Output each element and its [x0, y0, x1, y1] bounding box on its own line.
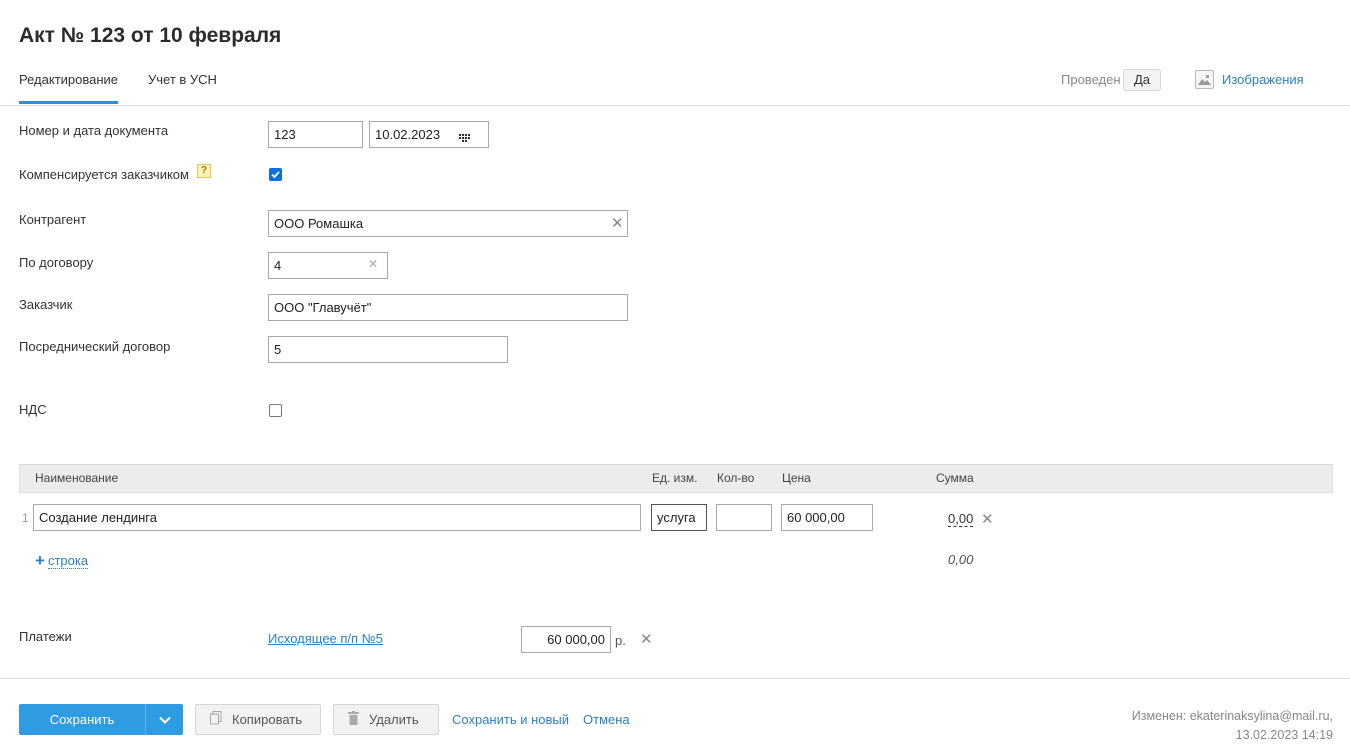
help-icon[interactable]: ? [197, 164, 211, 178]
compensated-checkbox[interactable] [269, 168, 282, 181]
item-sum[interactable]: 0,00 [948, 511, 974, 527]
calendar-icon[interactable] [459, 130, 470, 145]
copy-icon [210, 711, 222, 728]
row-number: 1 [22, 511, 29, 525]
add-row-button[interactable]: + строка [35, 551, 89, 570]
col-sum-header: Сумма [936, 471, 974, 485]
payment-currency: р. [615, 633, 626, 648]
col-unit-header: Ед. изм. [652, 471, 698, 485]
copy-button-label: Копировать [232, 712, 302, 727]
item-sum-value: 0,00 [948, 511, 974, 527]
tab-active-indicator [19, 101, 118, 104]
counterparty-label: Контрагент [19, 212, 87, 227]
close-icon[interactable]: ✕ [981, 510, 994, 528]
tab-editing[interactable]: Редактирование [19, 72, 118, 87]
item-unit-input[interactable]: услуга [651, 504, 707, 531]
vat-label: НДС [19, 402, 47, 417]
modified-info: Изменен: ekaterinaksylina@mail.ru, 13.02… [1132, 707, 1333, 745]
modified-at: 13.02.2023 14:19 [1235, 728, 1333, 742]
cancel-link[interactable]: Отмена [583, 712, 630, 727]
delete-button[interactable]: Удалить [333, 704, 439, 735]
close-icon[interactable]: ✕ [611, 214, 624, 232]
save-button-group: Сохранить [19, 704, 183, 735]
counterparty-input[interactable]: ООО Ромашка [268, 210, 628, 237]
col-price-header: Цена [782, 471, 811, 485]
customer-input[interactable]: ООО "Главучёт" [268, 294, 628, 321]
footer-divider [0, 678, 1350, 679]
contract-label: По договору [19, 255, 94, 270]
add-row-label: строка [47, 552, 89, 569]
payment-document-link[interactable]: Исходящее п/п №5 [268, 631, 383, 646]
trash-icon [348, 711, 359, 728]
chevron-down-icon[interactable] [146, 716, 183, 724]
compensated-label: Компенсируется заказчиком [19, 167, 189, 182]
delete-button-label: Удалить [369, 712, 419, 727]
item-price-input[interactable]: 60 000,00 [781, 504, 873, 531]
agency-contract-label: Посреднический договор [19, 339, 171, 354]
doc-number-date-label: Номер и дата документа [19, 123, 169, 138]
agency-contract-input[interactable]: 5 [268, 336, 508, 363]
doc-date-input[interactable]: 10.02.2023 [369, 121, 489, 148]
close-icon[interactable]: ✕ [640, 630, 653, 648]
plus-icon: + [35, 551, 45, 570]
item-name-input[interactable]: Создание лендинга [33, 504, 641, 531]
payments-label: Платежи [19, 629, 72, 644]
col-qty-header: Кол-во [717, 471, 755, 485]
images-link[interactable]: Изображения [1195, 70, 1304, 89]
col-name-header: Наименование [35, 471, 119, 485]
close-icon[interactable]: ✕ [368, 257, 378, 271]
modified-by: Изменен: ekaterinaksylina@mail.ru, [1131, 709, 1333, 723]
save-and-new-link[interactable]: Сохранить и новый [452, 712, 569, 727]
tab-usn[interactable]: Учет в УСН [148, 72, 217, 87]
header-divider [0, 105, 1350, 106]
customer-label: Заказчик [19, 297, 73, 312]
vat-checkbox[interactable] [269, 404, 282, 417]
counterparty-value: ООО Ромашка [274, 216, 364, 231]
payment-amount-input[interactable]: 60 000,00 [521, 626, 611, 653]
image-icon [1195, 70, 1214, 89]
doc-date-value: 10.02.2023 [375, 127, 441, 142]
table-total: 0,00 [948, 552, 974, 567]
page-title: Акт № 123 от 10 февраля [19, 24, 282, 47]
contract-value: 4 [274, 258, 282, 273]
posted-label: Проведен [1061, 72, 1121, 87]
posted-toggle[interactable]: Да [1123, 69, 1161, 91]
images-link-label: Изображения [1222, 72, 1304, 87]
item-qty-input[interactable] [716, 504, 772, 531]
doc-number-input[interactable]: 123 [268, 121, 363, 148]
save-button[interactable]: Сохранить [19, 712, 145, 727]
copy-button[interactable]: Копировать [195, 704, 321, 735]
